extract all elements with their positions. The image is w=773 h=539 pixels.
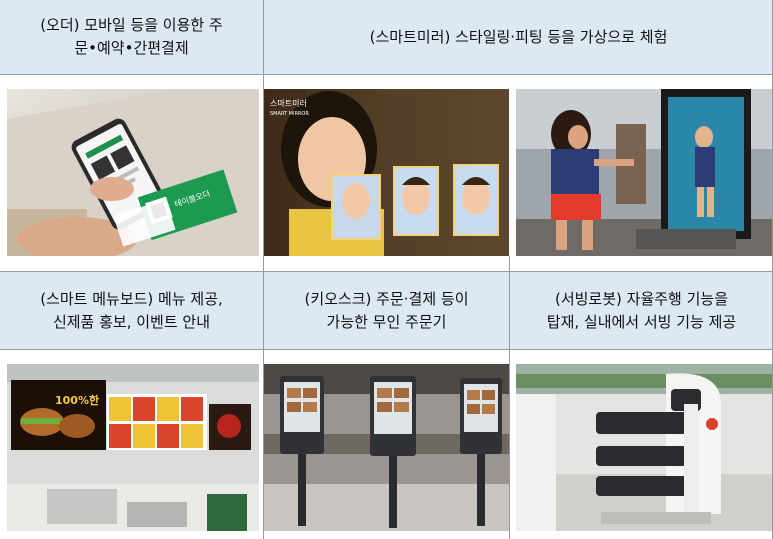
row-gap — [0, 75, 773, 89]
grid-line — [0, 74, 773, 75]
grid-line — [509, 256, 510, 539]
smart-mirror-fitting-photo — [516, 89, 772, 256]
kiosk-photo — [264, 364, 509, 531]
header-mobile-order: (오더) 모바일 등을 이용한 주 문•예약•간편결제 — [0, 0, 263, 74]
smart-mirror-face-photo: 스마트미러 SMART MIRROR — [264, 89, 509, 256]
serving-robot-photo — [516, 364, 772, 531]
svg-text:SMART MIRROR: SMART MIRROR — [270, 111, 309, 117]
smart-menuboard-photo: 100%한 — [7, 364, 259, 531]
header-serving-robot: (서빙로봇) 자율주행 기능을 탑재, 실내에서 서빙 기능 제공 — [510, 272, 773, 349]
header-smart-mirror: (스마트미러) 스타일링·피팅 등을 가상으로 체험 — [264, 0, 773, 74]
header-kiosk: (키오스크) 주문·결제 등이 가능한 무인 주문기 — [264, 272, 509, 349]
mobile-order-photo: 테이블오더 — [7, 89, 259, 256]
grid-line — [0, 349, 773, 350]
header-smart-menuboard: (스마트 메뉴보드) 메뉴 제공, 신제품 홍보, 이벤트 안내 — [0, 272, 263, 349]
svg-text:100%한: 100%한 — [55, 393, 99, 407]
grid-line — [263, 0, 264, 539]
svg-text:스마트미러: 스마트미러 — [270, 99, 307, 108]
grid-line — [0, 271, 773, 272]
technology-table: (오더) 모바일 등을 이용한 주 문•예약•간편결제 (스마트미러) 스타일링… — [0, 0, 773, 539]
